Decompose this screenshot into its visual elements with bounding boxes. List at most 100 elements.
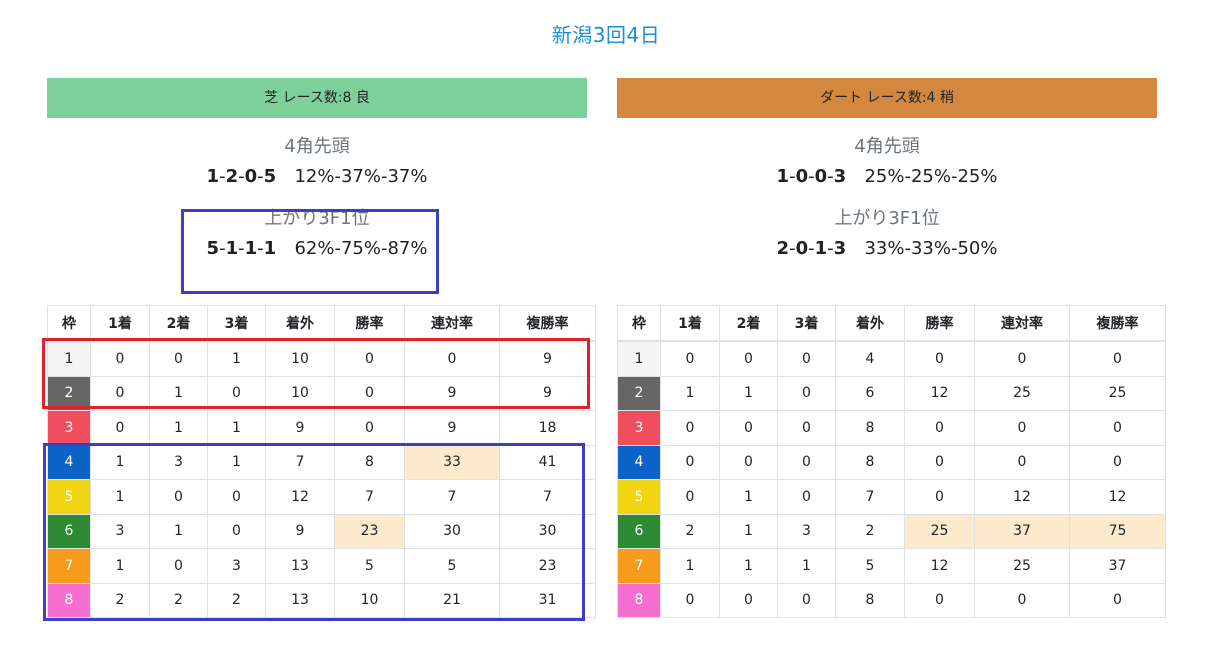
table-cell: 0 [404,340,500,377]
table-cell: 1 [719,513,778,549]
table-cell: 9 [499,340,596,377]
count: 0 [795,238,809,259]
table-cell: 30 [499,513,596,549]
dirt-pos-stat: 1-0-0-3 25%-25%-25% [617,166,1157,188]
table-cell: 7 [404,479,500,515]
column-header: 3着 [207,305,266,342]
table-cell: 1 [660,548,720,584]
table-cell: 0 [660,410,720,446]
table-row: 4 1 3 1 7 8 33 41 [47,444,596,480]
table-cell: 1 [149,410,208,446]
table-row: 5 1 0 0 12 7 7 7 [47,479,596,515]
table-cell: 0 [777,410,836,446]
column-header: 1着 [660,305,720,342]
table-cell: 21 [404,582,500,618]
table-cell: 3 [90,513,150,549]
dirt-pos-label: 4角先頭 [854,136,920,157]
table-cell: 7 [835,479,905,515]
table-cell: 0 [207,513,266,549]
table-cell: 41 [499,444,596,480]
table-cell: 3 [207,548,266,584]
count: 2 [776,238,790,259]
waku-number-cell: 6 [47,513,91,549]
count: 2 [225,166,239,187]
table-cell: 0 [777,582,836,618]
dirt-agari-rates: 33%-33%-50% [864,238,998,259]
count: 1 [244,238,258,259]
table-cell: 0 [974,410,1070,446]
table-cell: 0 [1069,582,1166,618]
waku-number-cell: 6 [617,513,661,549]
turf-waku-table: 枠 1着 2着 3着 着外 勝率 連対率 複勝率 1 0 0 1 10 0 0 9 2 0 1 0 10 0 9 9 3 0 1 1… [47,305,596,618]
turf-agari-label: 上がり3F1位 [264,208,370,229]
table-cell: 25 [974,548,1070,584]
table-row: 7 1 1 1 5 12 25 37 [617,548,1166,584]
table-cell: 0 [1069,340,1166,377]
table-cell: 9 [265,410,335,446]
table-cell: 0 [904,340,975,377]
table-cell: 8 [835,582,905,618]
dirt-agari-stat: 2-0-1-3 33%-33%-50% [617,238,1157,260]
table-cell: 0 [149,548,208,584]
table-cell: 13 [265,582,335,618]
table-cell: 7 [334,479,405,515]
waku-number-cell: 2 [47,375,91,411]
table-cell: 0 [777,444,836,480]
table-cell: 0 [207,375,266,411]
table-cell: 8 [835,444,905,480]
table-cell: 7 [265,444,335,480]
table-cell: 10 [265,375,335,411]
waku-number-cell: 8 [617,582,661,618]
table-cell: 0 [777,375,836,411]
table-row: 80008000 [617,582,1166,618]
table-cell: 1 [90,548,150,584]
table-row: 2 1 1 0 6 12 25 25 [617,375,1166,411]
table-cell: 10 [265,340,335,377]
table-cell: 3 [777,513,836,549]
count: 3 [833,238,847,259]
dirt-header: ダート レース数:4 稍 [617,78,1157,118]
dirt-agari-label: 上がり3F1位 [834,208,940,229]
table-cell: 4 [835,340,905,377]
table-row: 30008000 [617,410,1166,446]
column-header: 連対率 [974,305,1070,342]
table-cell: 0 [1069,444,1166,480]
table-cell: 6 [835,375,905,411]
column-header: 1着 [90,305,150,342]
table-cell: 13 [265,548,335,584]
count: 1 [206,166,220,187]
table-cell: 1 [149,375,208,411]
waku-number-cell: 1 [47,340,91,377]
table-cell: 1 [149,513,208,549]
count: 1 [814,238,828,259]
column-header: 2着 [719,305,778,342]
table-row: 2 0 1 0 10 0 9 9 [47,375,596,411]
table-cell: 0 [90,340,150,377]
column-header: 複勝率 [1069,305,1166,342]
column-header: 勝率 [904,305,975,342]
table-cell: 12 [974,479,1070,515]
table-cell: 25 [904,513,975,549]
table-cell: 3 [149,444,208,480]
table-row: 10004000 [617,340,1166,377]
table-cell: 0 [334,340,405,377]
table-cell: 0 [149,479,208,515]
table-cell: 0 [904,444,975,480]
column-header: 枠 [617,305,661,342]
table-cell: 0 [904,479,975,515]
table-cell: 0 [777,479,836,515]
waku-number-cell: 1 [617,340,661,377]
column-header: 3着 [777,305,836,342]
table-cell: 0 [719,444,778,480]
turf-pos-stat: 1-2-0-5 12%-37%-37% [47,166,587,188]
table-cell: 12 [265,479,335,515]
count: 1 [225,238,239,259]
table-cell: 0 [904,410,975,446]
table-cell: 2 [660,513,720,549]
table-cell: 12 [904,548,975,584]
turf-agari-rates: 62%-75%-87% [294,238,428,259]
column-header: 連対率 [404,305,500,342]
dirt-pos-counts: 1-0-0-3 [777,166,853,187]
table-cell: 0 [974,582,1070,618]
table-cell: 37 [974,513,1070,549]
